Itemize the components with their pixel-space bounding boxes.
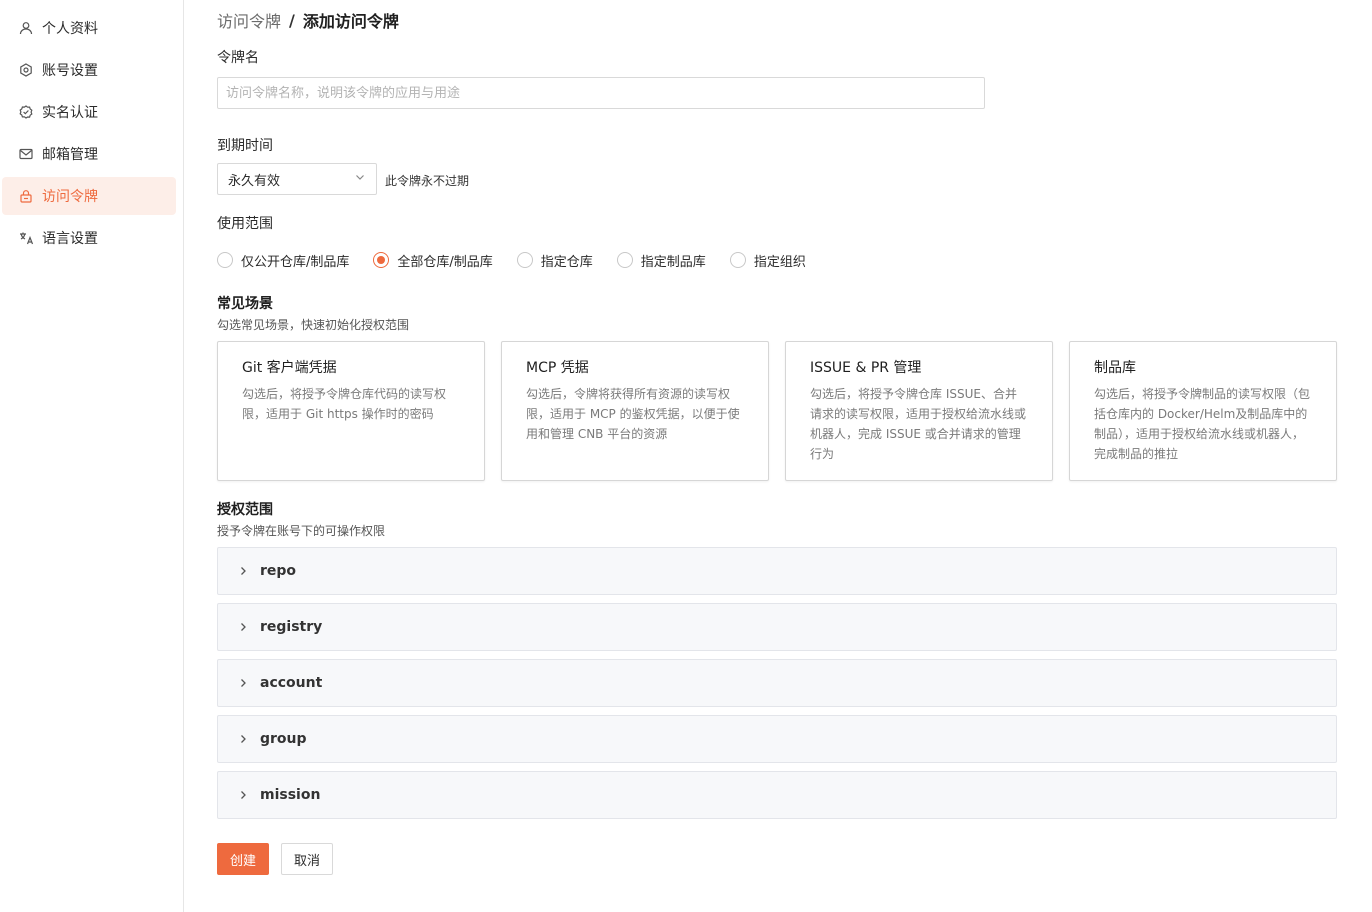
scene-card-title: ISSUE & PR 管理 [810,360,922,376]
permission-group-label: account [260,675,323,691]
scene-card-desc: 勾选后，将授予令牌制品的读写权限（包括仓库内的 Docker/Helm及制品库中… [1094,387,1311,461]
sidebar-item-label: 账号设置 [42,63,98,79]
permission-group-account[interactable]: account [217,659,1337,707]
permission-group-group[interactable]: group [217,715,1337,763]
permissions-desc: 授予令牌在账号下的可操作权限 [217,524,386,538]
expiry-select[interactable]: 永久有效 [217,163,377,195]
breadcrumb-parent-link[interactable]: 访问令牌 [217,8,281,32]
chevron-right-icon [236,620,250,634]
token-name-input[interactable] [217,77,985,109]
sidebar-item-access-tokens[interactable]: 访问令牌 [2,177,176,215]
permission-group-label: repo [260,563,297,579]
permission-group-mission[interactable]: mission [217,771,1337,819]
chevron-right-icon [236,732,250,746]
radio-circle [729,252,746,268]
expiry-select-value: 永久有效 [228,173,281,189]
verified-badge-icon [18,104,34,120]
chevron-right-icon [236,564,250,578]
scene-card-desc: 勾选后，将授予令牌仓库 ISSUE、合并请求的读写权限，适用于授权给流水线或机器… [810,387,1027,461]
sidebar: 个人资料 账号设置 实名认证 邮箱管理 访问令牌 语言设置 [0,0,184,912]
scope-radio-public[interactable]: 仅公开仓库/制品库 [217,251,349,270]
permission-group-registry[interactable]: registry [217,603,1337,651]
scope-radio-specific-registry[interactable]: 指定制品库 [616,251,706,270]
sidebar-item-language[interactable]: 语言设置 [2,219,176,257]
translate-icon [18,230,34,246]
scene-card-desc: 勾选后，令牌将获得所有资源的读写权限，适用于 MCP 的鉴权凭据，以便于使用和管… [526,387,740,441]
scenes-desc: 勾选常见场景，快速初始化授权范围 [217,318,410,332]
scene-card-issue-pr[interactable]: ISSUE & PR 管理 勾选后，将授予令牌仓库 ISSUE、合并请求的读写权… [785,341,1053,481]
chevron-right-icon [236,676,250,690]
sidebar-item-verification[interactable]: 实名认证 [2,93,176,131]
permission-group-label: mission [260,787,321,803]
chevron-right-icon [236,788,250,802]
scope-radio-group: 仅公开仓库/制品库 全部仓库/制品库 指定仓库 指定制品库 指定组织 [217,250,830,270]
radio-circle [217,252,233,268]
scenes-title: 常见场景 [217,296,273,312]
scene-card-title: 制品库 [1094,360,1136,376]
permission-group-label: group [260,731,307,747]
radio-label: 指定制品库 [640,254,706,270]
sidebar-item-label: 邮箱管理 [42,147,98,163]
lock-icon [18,188,34,204]
token-name-label: 令牌名 [217,50,259,66]
mail-icon [18,146,34,162]
sidebar-item-account-settings[interactable]: 账号设置 [2,51,176,89]
scene-card-title: Git 客户端凭据 [242,360,337,376]
sidebar-item-label: 实名认证 [42,105,98,121]
radio-label: 指定仓库 [540,254,593,270]
gear-icon [18,62,34,78]
scene-card-mcp[interactable]: MCP 凭据 勾选后，令牌将获得所有资源的读写权限，适用于 MCP 的鉴权凭据，… [501,341,769,481]
expiry-label: 到期时间 [217,138,273,154]
scope-radio-specific-repo[interactable]: 指定仓库 [516,251,593,270]
scene-card-git[interactable]: Git 客户端凭据 勾选后，将授予令牌仓库代码的读写权限，适用于 Git htt… [217,341,485,481]
radio-label: 指定组织 [753,254,806,270]
expiry-hint: 此令牌永不过期 [385,174,470,188]
scene-card-registry[interactable]: 制品库 勾选后，将授予令牌制品的读写权限（包括仓库内的 Docker/Helm及… [1069,341,1337,481]
cancel-button[interactable]: 取消 [281,843,333,875]
scene-card-desc: 勾选后，将授予令牌仓库代码的读写权限，适用于 Git https 操作时的密码 [242,387,447,421]
sidebar-item-label: 语言设置 [42,231,98,247]
radio-label: 仅公开仓库/制品库 [241,254,350,270]
radio-circle [373,252,390,268]
permission-group-label: registry [260,619,323,635]
page-title: 添加访问令牌 [302,12,399,31]
radio-circle [616,252,633,268]
scope-radio-all[interactable]: 全部仓库/制品库 [373,251,493,270]
create-button[interactable]: 创建 [217,843,269,875]
sidebar-item-label: 访问令牌 [42,189,98,205]
breadcrumb: 访问令牌 / 添加访问令牌 [217,8,399,32]
sidebar-item-email[interactable]: 邮箱管理 [2,135,176,173]
permission-group-repo[interactable]: repo [217,547,1337,595]
scene-card-title: MCP 凭据 [526,360,589,376]
scope-label: 使用范围 [217,216,273,232]
sidebar-item-profile[interactable]: 个人资料 [2,9,176,47]
breadcrumb-separator: / [289,10,295,30]
scope-radio-specific-org[interactable]: 指定组织 [729,251,806,270]
user-icon [18,20,34,36]
chevron-down-icon [354,171,366,187]
sidebar-item-label: 个人资料 [42,21,98,37]
permissions-title: 授权范围 [217,502,273,518]
radio-circle [516,252,533,268]
radio-label: 全部仓库/制品库 [397,254,493,270]
